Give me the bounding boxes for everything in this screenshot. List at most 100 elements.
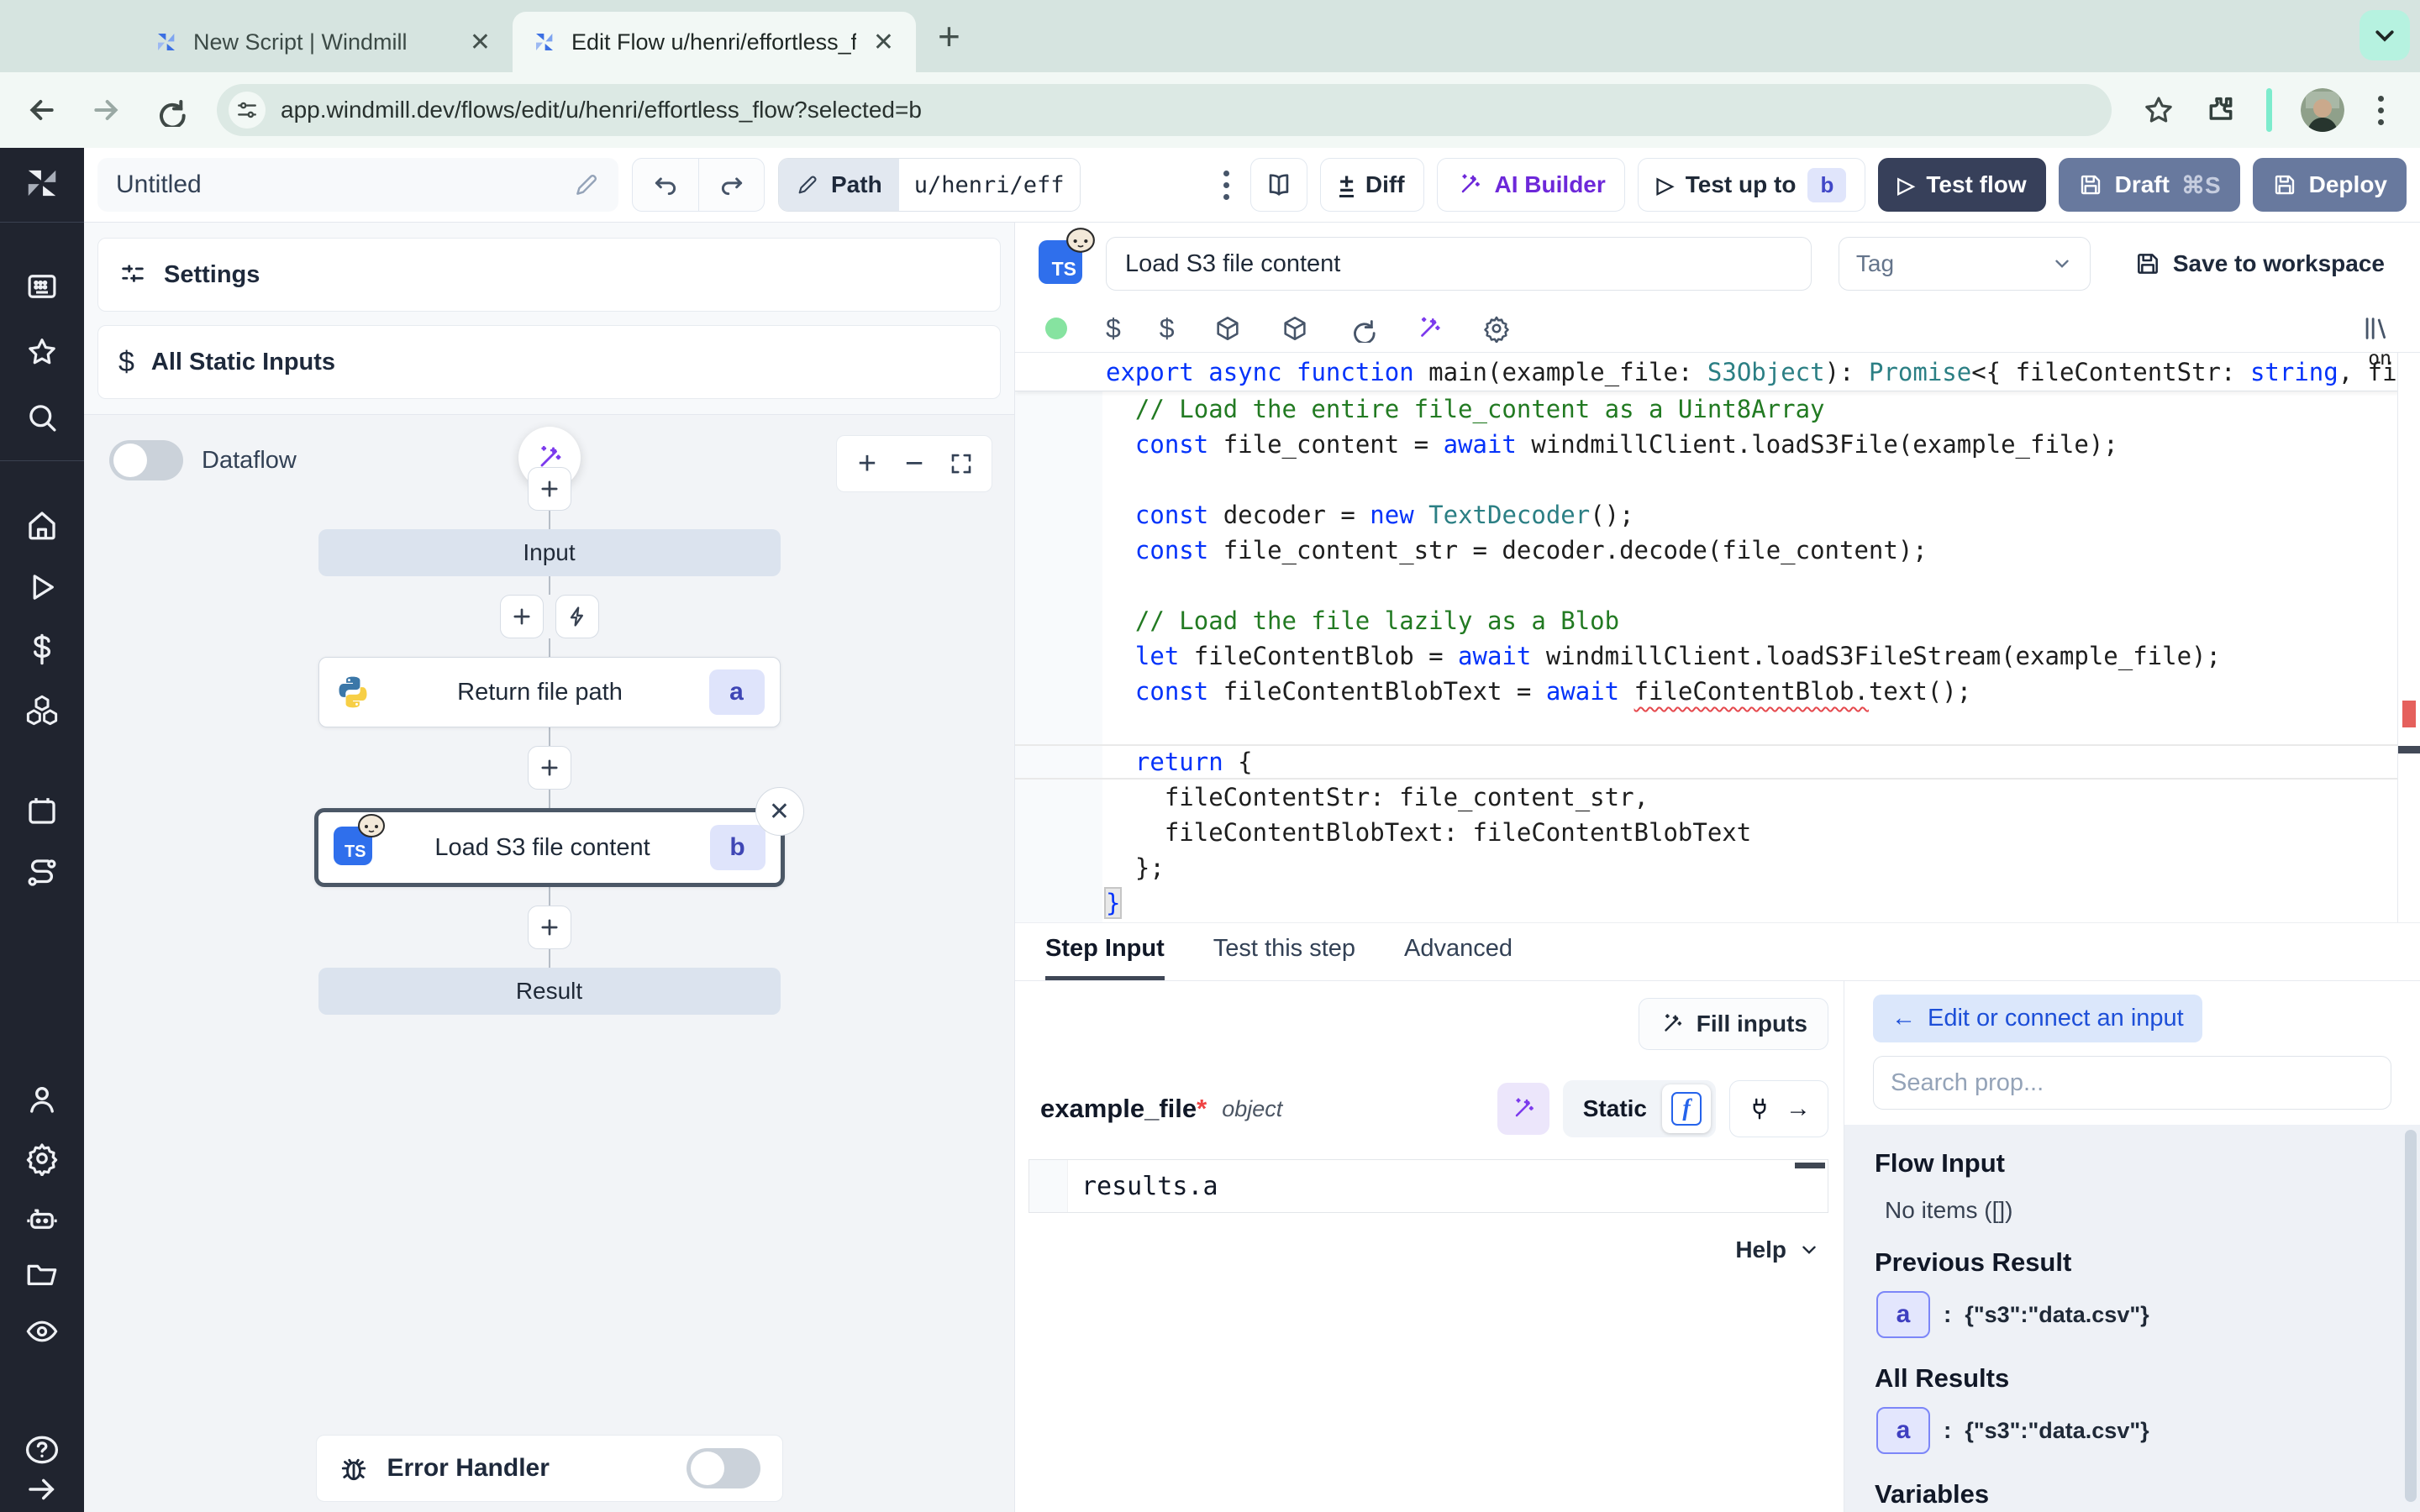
flow-name-field[interactable]: Untitled: [97, 158, 618, 212]
all-static-inputs-card[interactable]: $ All Static Inputs: [97, 325, 1001, 399]
rail-favorites-icon[interactable]: [24, 334, 60, 370]
package-lock-icon[interactable]: [1281, 314, 1309, 343]
wand-icon: [1660, 1011, 1685, 1037]
rail-home-icon[interactable]: [24, 507, 60, 543]
back-icon[interactable]: [25, 93, 64, 127]
contextual-variables-icon[interactable]: $: [1160, 313, 1175, 344]
shortcut-hint: ⌘S: [2181, 171, 2221, 199]
add-step-button[interactable]: [528, 906, 571, 949]
flow-result-node[interactable]: Result: [318, 968, 781, 1015]
dataflow-toggle[interactable]: [109, 440, 183, 480]
flow-graph[interactable]: Dataflow + −: [84, 415, 1014, 1512]
redo-button[interactable]: [698, 159, 764, 211]
edit-or-connect-back-button[interactable]: ← Edit or connect an input: [1873, 995, 2202, 1042]
fullscreen-button[interactable]: [938, 451, 985, 476]
expression-scrollbar[interactable]: [1795, 1163, 1825, 1168]
browser-tab-2[interactable]: Edit Flow u/henri/effortless_fl ✕: [513, 12, 916, 72]
step-a-node[interactable]: Return file path a: [318, 657, 781, 727]
tab-search-chevron-button[interactable]: [2360, 10, 2410, 60]
undo-button[interactable]: [633, 159, 698, 211]
expression-editor[interactable]: results.a: [1028, 1159, 1828, 1213]
rail-folders-icon[interactable]: [24, 1257, 60, 1292]
search-prop-input[interactable]: [1873, 1056, 2391, 1110]
ai-fill-field-button[interactable]: [1497, 1083, 1549, 1135]
javascript-expression-button[interactable]: f: [1662, 1084, 1711, 1133]
static-js-toggle[interactable]: Static f: [1563, 1080, 1716, 1137]
zoom-in-button[interactable]: +: [844, 446, 891, 482]
status-dot-icon: [1045, 318, 1067, 339]
browser-menu-icon[interactable]: [2373, 91, 2389, 130]
connect-input-button[interactable]: →: [1729, 1080, 1828, 1137]
rail-routes-icon[interactable]: [24, 855, 60, 890]
previous-result-value[interactable]: {"s3":"data.csv"}: [1965, 1302, 2149, 1328]
script-settings-gear-icon[interactable]: [1482, 314, 1511, 343]
tag-select[interactable]: Tag: [1839, 237, 2091, 291]
rail-expand-icon[interactable]: [24, 1472, 60, 1507]
more-menu-icon[interactable]: [1218, 165, 1234, 205]
remove-step-icon[interactable]: ✕: [755, 787, 804, 836]
help-dropdown[interactable]: Help: [1735, 1236, 1820, 1263]
browser-tab-1[interactable]: New Script | Windmill ✕: [134, 12, 513, 72]
rail-settings-icon[interactable]: [24, 1141, 60, 1176]
variables-icon[interactable]: $: [1106, 313, 1121, 344]
tab-step-input[interactable]: Step Input: [1045, 935, 1165, 980]
site-settings-icon[interactable]: [229, 92, 266, 129]
fill-inputs-button[interactable]: Fill inputs: [1639, 998, 1828, 1050]
zoom-out-button[interactable]: −: [891, 446, 938, 482]
error-handler-card[interactable]: Error Handler: [316, 1435, 783, 1502]
extensions-puzzle-icon[interactable]: [2204, 93, 2238, 127]
add-step-button[interactable]: [500, 595, 544, 638]
flow-input-node[interactable]: Input: [318, 529, 781, 576]
ai-wand-icon[interactable]: [1415, 314, 1444, 343]
step-title-input[interactable]: [1106, 237, 1812, 291]
tab-close-icon[interactable]: ✕: [870, 28, 897, 57]
edit-pencil-icon[interactable]: [573, 171, 600, 198]
rail-audit-eye-icon[interactable]: [24, 1314, 60, 1349]
avatar[interactable]: [2301, 88, 2344, 132]
bookmark-star-icon[interactable]: [2142, 93, 2175, 127]
reload-icon[interactable]: [153, 93, 192, 127]
deploy-button[interactable]: Deploy: [2253, 158, 2407, 212]
tab-close-icon[interactable]: ✕: [466, 28, 494, 57]
overview-ruler[interactable]: [2397, 353, 2420, 922]
rail-schedules-icon[interactable]: [24, 793, 60, 828]
step-b-node-selected[interactable]: TS Load S3 file content b ✕: [314, 808, 785, 887]
tab-test-this-step[interactable]: Test this step: [1213, 935, 1355, 980]
rail-workspace-icon[interactable]: [24, 269, 60, 304]
add-trigger-button[interactable]: [555, 595, 599, 638]
tab-advanced[interactable]: Advanced: [1404, 935, 1512, 980]
test-up-to-button[interactable]: ▷ Test up to b: [1638, 158, 1866, 212]
result-a-badge[interactable]: a: [1876, 1407, 1930, 1454]
rail-workers-icon[interactable]: [24, 1200, 60, 1235]
test-flow-button[interactable]: ▷ Test flow: [1878, 158, 2045, 212]
rail-runs-icon[interactable]: [24, 570, 60, 605]
forward-icon[interactable]: [89, 93, 128, 127]
flow-toolbar: Untitled Path: [84, 148, 2420, 223]
new-tab-button[interactable]: +: [938, 13, 960, 59]
code-editor[interactable]: export async function main(example_file:…: [1015, 353, 2420, 922]
rail-variables-icon[interactable]: [24, 632, 60, 667]
add-step-button[interactable]: [528, 746, 571, 790]
rail-search-icon[interactable]: [24, 400, 60, 435]
all-results-value[interactable]: {"s3":"data.csv"}: [1965, 1418, 2149, 1444]
ai-builder-button[interactable]: AI Builder: [1437, 158, 1625, 212]
rail-resources-icon[interactable]: [24, 692, 60, 727]
panel-scrollbar[interactable]: [2405, 1130, 2417, 1502]
error-handler-toggle[interactable]: [687, 1448, 760, 1488]
rail-help-icon[interactable]: [24, 1431, 60, 1468]
reload-script-icon[interactable]: [1348, 314, 1376, 343]
result-a-badge[interactable]: a: [1876, 1291, 1930, 1338]
url-bar[interactable]: app.windmill.dev/flows/edit/u/henri/effo…: [217, 84, 2112, 136]
code-body[interactable]: // Load the entire file_content as a Uin…: [1015, 391, 2397, 922]
docs-book-button[interactable]: [1250, 158, 1307, 212]
draft-button[interactable]: Draft ⌘S: [2059, 158, 2240, 212]
package-icon[interactable]: [1213, 314, 1242, 343]
library-icon[interactable]: [2361, 314, 2390, 343]
flow-settings-card[interactable]: Settings: [97, 238, 1001, 312]
windmill-logo-icon[interactable]: [20, 161, 64, 205]
diff-button[interactable]: ± Diff: [1320, 158, 1423, 212]
path-group[interactable]: Path u/henri/eff: [778, 158, 1081, 212]
add-step-top-button[interactable]: [528, 467, 571, 511]
rail-user-icon[interactable]: [24, 1082, 60, 1117]
save-to-workspace-button[interactable]: Save to workspace: [2134, 250, 2385, 277]
